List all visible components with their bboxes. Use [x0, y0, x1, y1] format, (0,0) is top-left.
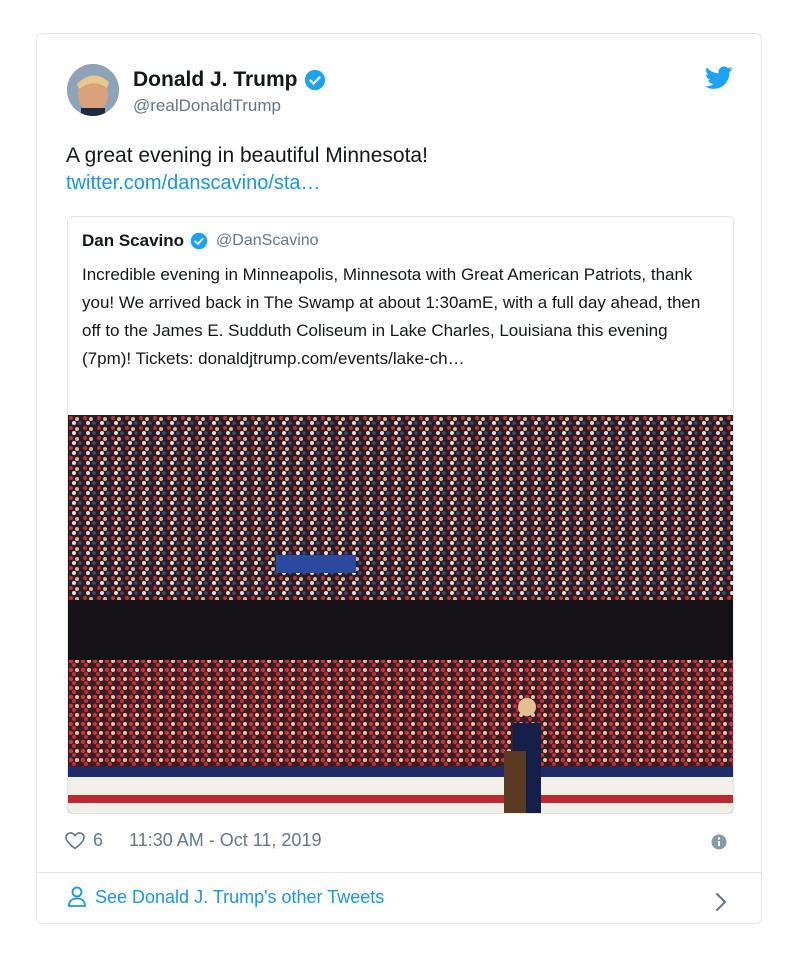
- tweet-text: A great evening in beautiful Minnesota!: [66, 144, 428, 167]
- verified-badge-icon: [304, 69, 325, 91]
- chevron-right-icon[interactable]: [715, 892, 727, 912]
- quoted-tweet[interactable]: Dan Scavino @DanScavino Incredible eveni…: [67, 216, 734, 814]
- quoted-author-row: Dan Scavino @DanScavino: [82, 231, 319, 251]
- see-other-tweets-link[interactable]: See Donald J. Trump's other Tweets: [67, 886, 384, 908]
- quoted-tweet-text: Incredible evening in Minneapolis, Minne…: [82, 265, 701, 368]
- quoted-author-name: Dan Scavino: [82, 231, 185, 250]
- info-icon[interactable]: [711, 834, 727, 850]
- twitter-bird-icon[interactable]: [705, 66, 733, 90]
- avatar[interactable]: [67, 64, 119, 116]
- like-count[interactable]: 6: [93, 830, 103, 851]
- embedded-tweet-card: Donald J. Trump @realDonaldTrump A great…: [36, 33, 762, 924]
- timestamp[interactable]: 11:30 AM - Oct 11, 2019: [129, 830, 321, 851]
- author-handle[interactable]: @realDonaldTrump: [133, 96, 281, 116]
- heart-icon[interactable]: [65, 831, 85, 850]
- rally-crowd-photo[interactable]: [68, 415, 734, 814]
- tweet-footer: 6 11:30 AM - Oct 11, 2019: [65, 830, 321, 851]
- quoted-author-handle: @DanScavino: [216, 232, 319, 249]
- tweet-link[interactable]: twitter.com/danscavino/sta…: [66, 172, 321, 195]
- person-icon: [68, 886, 86, 907]
- author-name[interactable]: Donald J. Trump: [133, 68, 298, 92]
- verified-badge-icon: [190, 232, 208, 250]
- author-name-row[interactable]: Donald J. Trump: [133, 68, 326, 92]
- see-other-tweets-label[interactable]: See Donald J. Trump's other Tweets: [95, 887, 384, 908]
- footer-divider: [37, 872, 761, 873]
